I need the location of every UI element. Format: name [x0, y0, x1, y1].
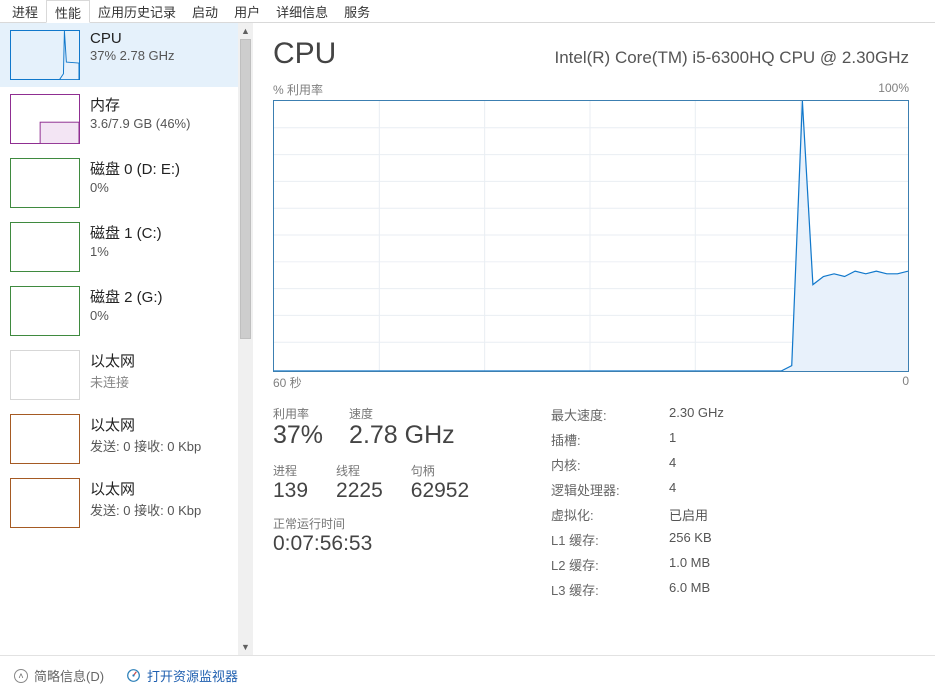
brief-info-link[interactable]: ˄ 简略信息(D) [14, 666, 104, 685]
spec-value: 已启用 [669, 505, 909, 524]
threads-label: 线程 [336, 462, 383, 479]
spec-key: L3 缓存: [551, 580, 661, 599]
spec-value: 6.0 MB [669, 580, 909, 599]
sidebar-item-title: 内存 [90, 94, 190, 115]
sidebar-item-2[interactable]: 磁盘 0 (D: E:)0% [0, 151, 238, 215]
spec-value: 2.30 GHz [669, 405, 909, 424]
threads-value: 2225 [336, 479, 383, 503]
spec-key: L1 缓存: [551, 530, 661, 549]
handles-label: 句柄 [411, 462, 469, 479]
sidebar-item-sub: 1% [90, 244, 162, 259]
thumb-graph [10, 158, 80, 208]
thumb-graph [10, 478, 80, 528]
tab-应用历史记录[interactable]: 应用历史记录 [90, 0, 184, 22]
util-label: 利用率 [273, 405, 323, 422]
sidebar-item-7[interactable]: 以太网发送: 0 接收: 0 Kbp [0, 471, 238, 535]
sidebar: CPU37% 2.78 GHz内存3.6/7.9 GB (46%)磁盘 0 (D… [0, 23, 253, 655]
tab-启动[interactable]: 启动 [184, 0, 226, 22]
sidebar-item-title: 以太网 [90, 478, 201, 499]
util-value: 37% [273, 421, 323, 450]
open-monitor-label: 打开资源监视器 [147, 666, 238, 685]
sidebar-item-title: CPU [90, 30, 175, 47]
proc-value: 139 [273, 479, 308, 503]
spec-value: 4 [669, 455, 909, 474]
chart-y-max: 100% [878, 81, 909, 98]
sidebar-item-5[interactable]: 以太网未连接 [0, 343, 238, 407]
thumb-graph [10, 350, 80, 400]
tab-服务[interactable]: 服务 [336, 0, 378, 22]
chart-x-left: 60 秒 [273, 374, 302, 391]
speed-label: 速度 [349, 405, 455, 422]
spec-value: 4 [669, 480, 909, 499]
sidebar-item-sub: 37% 2.78 GHz [90, 48, 175, 63]
sidebar-item-3[interactable]: 磁盘 1 (C:)1% [0, 215, 238, 279]
detail-title: CPU [273, 37, 336, 71]
proc-label: 进程 [273, 462, 308, 479]
sidebar-item-0[interactable]: CPU37% 2.78 GHz [0, 23, 238, 87]
sidebar-item-sub: 发送: 0 接收: 0 Kbp [90, 436, 201, 455]
spec-value: 256 KB [669, 530, 909, 549]
chart-x-right: 0 [902, 374, 909, 391]
spec-key: L2 缓存: [551, 555, 661, 574]
uptime-value: 0:07:56:53 [273, 532, 523, 556]
spec-value: 1 [669, 430, 909, 449]
detail-panel: CPU Intel(R) Core(TM) i5-6300HQ CPU @ 2.… [253, 23, 935, 655]
sidebar-item-title: 磁盘 0 (D: E:) [90, 158, 180, 179]
sidebar-item-sub: 3.6/7.9 GB (46%) [90, 116, 190, 131]
sidebar-item-4[interactable]: 磁盘 2 (G:)0% [0, 279, 238, 343]
open-resource-monitor-link[interactable]: 打开资源监视器 [126, 666, 238, 685]
cpu-chart [273, 100, 909, 372]
tabs: 进程性能应用历史记录启动用户详细信息服务 [0, 0, 935, 23]
scrollbar-thumb[interactable] [240, 39, 250, 339]
handles-value: 62952 [411, 479, 469, 503]
tab-用户[interactable]: 用户 [226, 0, 268, 22]
scrollbar[interactable]: ▲ ▼ [238, 23, 253, 655]
speed-value: 2.78 GHz [349, 421, 455, 450]
tab-进程[interactable]: 进程 [4, 0, 46, 22]
spec-key: 最大速度: [551, 405, 661, 424]
brief-info-label: 简略信息(D) [34, 666, 104, 685]
tab-性能[interactable]: 性能 [46, 0, 90, 23]
thumb-graph [10, 94, 80, 144]
thumb-graph [10, 286, 80, 336]
sidebar-item-title: 以太网 [90, 414, 201, 435]
thumb-graph [10, 222, 80, 272]
spec-key: 虚拟化: [551, 505, 661, 524]
chart-y-label: % 利用率 [273, 81, 323, 98]
sidebar-item-title: 磁盘 2 (G:) [90, 286, 163, 307]
sidebar-item-1[interactable]: 内存3.6/7.9 GB (46%) [0, 87, 238, 151]
spec-key: 内核: [551, 455, 661, 474]
footer: ˄ 简略信息(D) 打开资源监视器 [0, 655, 935, 695]
sidebar-item-sub: 未连接 [90, 372, 135, 391]
thumb-graph [10, 30, 80, 80]
spec-value: 1.0 MB [669, 555, 909, 574]
detail-subtitle: Intel(R) Core(TM) i5-6300HQ CPU @ 2.30GH… [554, 48, 909, 68]
scroll-up-icon[interactable]: ▲ [238, 23, 253, 39]
tab-详细信息[interactable]: 详细信息 [268, 0, 336, 22]
chevron-up-icon: ˄ [14, 669, 28, 683]
scroll-down-icon[interactable]: ▼ [238, 639, 253, 655]
sidebar-item-title: 磁盘 1 (C:) [90, 222, 162, 243]
spec-key: 逻辑处理器: [551, 480, 661, 499]
sidebar-item-sub: 0% [90, 308, 163, 323]
sidebar-item-sub: 0% [90, 180, 180, 195]
sidebar-item-sub: 发送: 0 接收: 0 Kbp [90, 500, 201, 519]
monitor-icon [126, 668, 141, 683]
spec-grid: 最大速度: 2.30 GHz 插槽: 1 内核: 4 逻辑处理器: 4 虚拟化: 已启用 L1 缓存… [551, 405, 909, 599]
uptime-label: 正常运行时间 [273, 515, 523, 532]
spec-key: 插槽: [551, 430, 661, 449]
sidebar-item-6[interactable]: 以太网发送: 0 接收: 0 Kbp [0, 407, 238, 471]
thumb-graph [10, 414, 80, 464]
sidebar-item-title: 以太网 [90, 350, 135, 371]
